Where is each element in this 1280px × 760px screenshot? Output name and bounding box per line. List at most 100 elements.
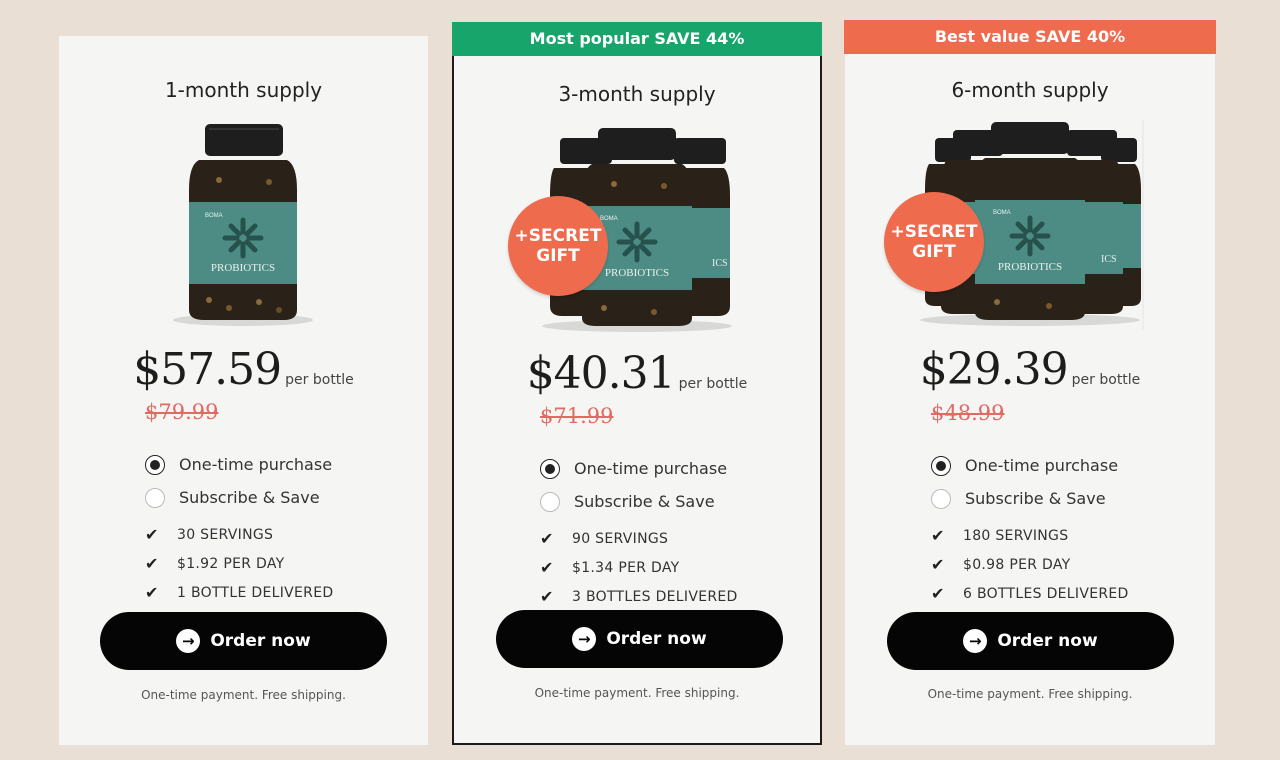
product-image: ICS BOMA PROBIOTICS +SECRET GIFT [845,120,1215,330]
option-subscribe[interactable]: Subscribe & Save [540,485,727,518]
old-price: $48.99 [931,401,1005,425]
old-price: $71.99 [540,404,614,428]
option-label: One-time purchase [179,455,333,474]
secret-gift-badge: +SECRET GIFT [508,196,608,296]
option-label: One-time purchase [574,459,728,478]
option-label: Subscribe & Save [574,492,715,511]
plan-title: 1-month supply [164,78,323,102]
secret-gift-badge: +SECRET GIFT [884,192,984,292]
check-icon: ✔ [145,554,159,573]
option-subscribe[interactable]: Subscribe & Save [145,481,332,514]
plan-card-6-month[interactable]: Best value SAVE 40% 6-month supply ICS B… [844,20,1216,745]
option-subscribe[interactable]: Subscribe & Save [931,482,1118,515]
plan-card-1-month[interactable]: 1-month supply BOMA PROBIOTICS $57.59 pe… [59,36,428,745]
order-now-button[interactable]: → Order now [496,610,783,668]
order-button-label: Order now [210,631,311,651]
bottle-image: ICS BOMA PROBIOTICS [542,128,732,332]
payment-note: One-time payment. Free shipping. [534,686,740,700]
svg-text:BOMA: BOMA [993,210,1011,216]
gift-line-1: +SECRET [514,226,602,246]
svg-text:BOMA: BOMA [600,216,618,222]
feature-item: ✔ $1.92 PER DAY [145,549,333,578]
payment-note: One-time payment. Free shipping. [141,688,346,702]
option-label: Subscribe & Save [965,489,1106,508]
radio-selected[interactable] [540,458,560,479]
option-one-time[interactable]: One-time purchase [145,448,332,481]
price-row: $29.39 per bottle [845,344,1215,395]
check-icon: ✔ [540,529,554,548]
order-now-button[interactable]: → Order now [887,612,1174,670]
feature-item: ✔ 1 BOTTLE DELIVERED [145,578,333,607]
price-row: $40.31 per bottle [454,348,820,399]
check-icon: ✔ [540,587,554,606]
radio-unselected[interactable] [540,491,560,512]
svg-text:PROBIOTICS: PROBIOTICS [605,267,669,279]
check-icon: ✔ [931,526,945,545]
svg-text:PROBIOTICS: PROBIOTICS [998,261,1062,273]
purchase-options: One-time purchase Subscribe & Save [931,449,1118,515]
check-icon: ✔ [931,584,945,603]
radio-unselected[interactable] [931,488,951,509]
arrow-right-circle-icon: → [572,627,597,651]
plan-title: 6-month supply [951,78,1109,102]
arrow-right-circle-icon: → [963,629,988,653]
feature-list: ✔ 180 SERVINGS ✔ $0.98 PER DAY ✔ 6 BOTTLES … [931,521,1129,608]
gift-line-1: +SECRET [890,222,978,242]
radio-selected[interactable] [931,455,951,476]
check-icon: ✔ [931,555,945,574]
purchase-options: One-time purchase Subscribe & Save [145,448,332,514]
gift-line-2: GIFT [536,246,580,266]
feature-label: $0.98 PER DAY [963,556,1071,573]
order-now-button[interactable]: → Order now [100,612,387,670]
feature-label: $1.34 PER DAY [572,559,680,576]
radio-unselected[interactable] [145,487,165,508]
option-label: One-time purchase [965,456,1119,475]
feature-label: 180 SERVINGS [963,527,1069,544]
bottle-image: BOMA PROBIOTICS [173,124,313,326]
option-label: Subscribe & Save [179,488,320,507]
feature-label: $1.92 PER DAY [177,555,285,572]
price: $57.59 [133,344,282,395]
price-unit: per bottle [678,376,748,392]
feature-label: 1 BOTTLE DELIVERED [177,584,334,601]
check-icon: ✔ [145,583,159,602]
product-image: BOMA PROBIOTICS [59,120,428,330]
price: $29.39 [919,344,1069,395]
bottle-brand-text: BOMA [205,213,223,219]
best-value-banner: Best value SAVE 40% [844,20,1216,54]
bottle-name-text: PROBIOTICS [211,262,275,274]
feature-label: 30 SERVINGS [177,526,274,543]
feature-label: 90 SERVINGS [572,530,669,547]
price-unit: per bottle [285,372,354,388]
feature-item: ✔ 30 SERVINGS [145,520,333,549]
check-icon: ✔ [540,558,554,577]
feature-item: ✔ 6 BOTTLES DELIVERED [931,579,1129,608]
radio-selected[interactable] [145,454,165,475]
feature-item: ✔ $0.98 PER DAY [931,550,1129,579]
price-unit: per bottle [1071,372,1141,388]
purchase-options: One-time purchase Subscribe & Save [540,452,727,518]
svg-text:ICS: ICS [1101,254,1117,265]
svg-text:ICS: ICS [712,258,728,269]
arrow-right-circle-icon: → [176,629,201,653]
old-price: $79.99 [145,400,219,424]
feature-list: ✔ 90 SERVINGS ✔ $1.34 PER DAY ✔ 3 BOTTLES D… [540,524,738,611]
feature-item: ✔ 3 BOTTLES DELIVERED [540,582,738,611]
popular-banner: Most popular SAVE 44% [452,22,822,56]
price: $40.31 [526,348,676,399]
price-row: $57.59 per bottle [59,344,428,395]
option-one-time[interactable]: One-time purchase [540,452,727,485]
plan-card-3-month[interactable]: Most popular SAVE 44% 3-month supply ICS… [452,22,822,745]
feature-label: 6 BOTTLES DELIVERED [963,585,1129,602]
feature-label: 3 BOTTLES DELIVERED [572,588,738,605]
order-button-label: Order now [997,631,1098,651]
gift-line-2: GIFT [912,242,956,262]
feature-item: ✔ 90 SERVINGS [540,524,738,553]
order-button-label: Order now [606,629,707,649]
payment-note: One-time payment. Free shipping. [927,687,1133,701]
feature-list: ✔ 30 SERVINGS ✔ $1.92 PER DAY ✔ 1 BOTTLE DE… [145,520,333,607]
option-one-time[interactable]: One-time purchase [931,449,1118,482]
feature-item: ✔ $1.34 PER DAY [540,553,738,582]
plan-title: 3-month supply [558,82,716,106]
product-image: ICS BOMA PROBIOTICS +SECRET GIFT [454,126,820,336]
